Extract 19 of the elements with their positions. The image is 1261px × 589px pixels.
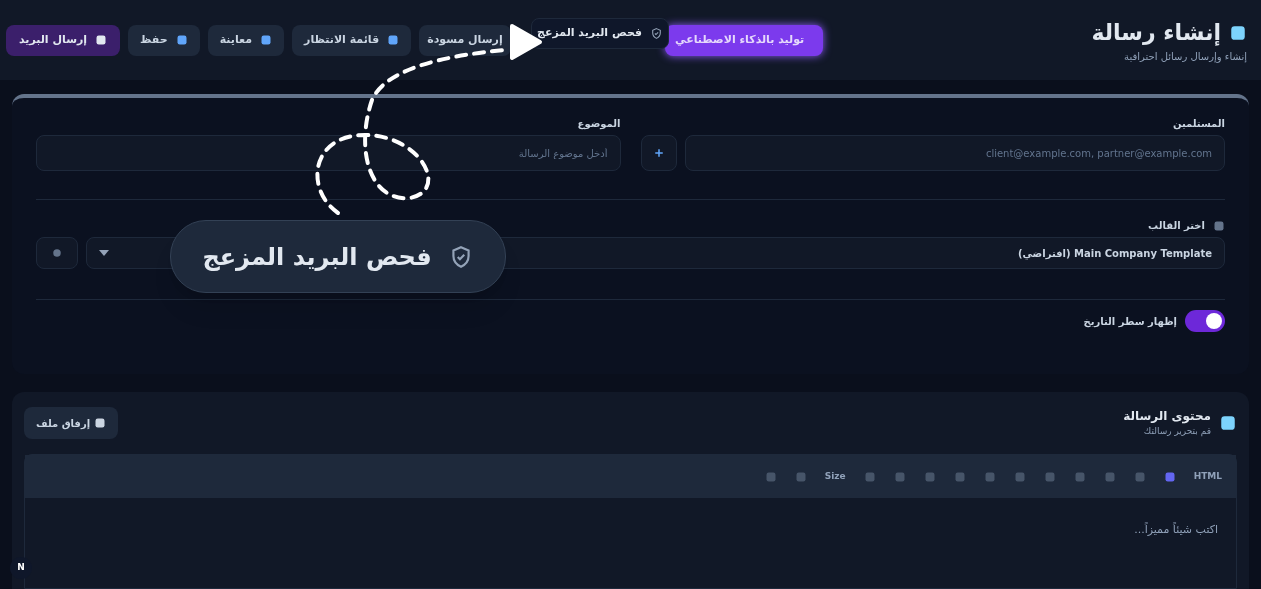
toolbar-button[interactable]: توليد بالذكاء الاصطناعي [664,24,823,56]
size-dropdown[interactable]: Size [824,469,846,484]
input-field[interactable]: client@example.com, partner@example.com [684,135,1225,171]
page-title: إنشاء رسالة [1091,19,1221,48]
toolbar-button[interactable]: إرسال البريد [6,24,120,56]
field-label: المستلمين [1172,117,1225,131]
section-title: محتوى الرسالة [1123,408,1211,426]
toggle-label: إظهار سطر التاريخ [1083,314,1177,329]
toolbar-button[interactable]: حفظ [128,24,200,56]
toolbar-button[interactable]: إرسال مسودة [419,24,511,56]
toolbar-button[interactable]: قائمة الانتظار [292,24,412,56]
toolbar-button[interactable]: معاينة [207,24,285,56]
attach-button[interactable]: إرفاق ملف [24,407,119,439]
page-subtitle: إنشاء وإرسال رسائل احترافية [1124,50,1247,64]
field-label: اختر القالب [1148,219,1205,233]
html-toggle[interactable]: HTML [1193,469,1222,484]
spam-check-button[interactable]: فحص البريد المزعج [531,18,669,49]
section-subtitle: قم بتحرير رسالتك [1142,425,1211,439]
field-label: الموضوع [576,117,621,131]
